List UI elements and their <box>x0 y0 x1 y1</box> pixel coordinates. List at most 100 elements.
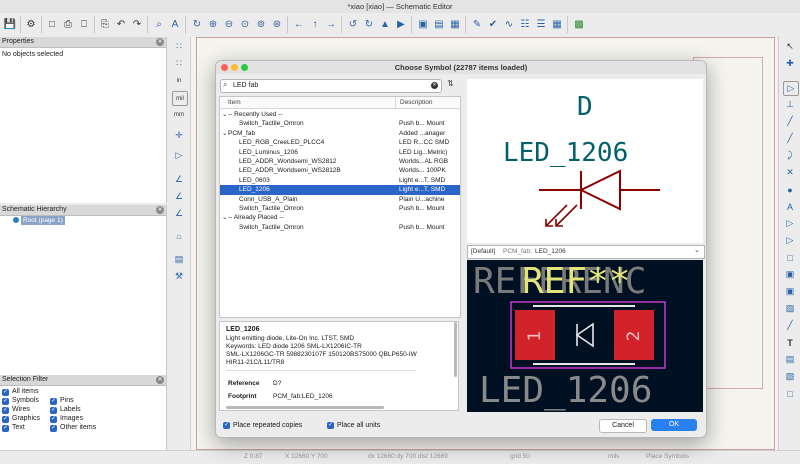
symbol-tree[interactable]: Item Description ⌄ -- Recently Used -- Swi… <box>219 96 461 318</box>
tree-item[interactable]: LED_ADDR_Worldsemi_WS2812B Worlds... 100P… <box>220 166 460 175</box>
tools-icon[interactable]: ⚒ <box>172 270 186 283</box>
schematic-setup-icon[interactable]: ⚙ <box>24 17 38 31</box>
erc-markers-icon[interactable]: ☖ <box>172 231 186 244</box>
filter-checkbox[interactable]: ✓ <box>2 416 9 423</box>
rotate-cw-icon[interactable]: ↻ <box>362 17 376 31</box>
details-vscrollbar[interactable] <box>454 322 457 377</box>
expand-chevron-icon[interactable]: ⌄ <box>222 129 227 138</box>
tree-item[interactable]: LED_Luminus_1206 LED Lig...Metric) <box>220 148 460 157</box>
properties-toggle-icon[interactable]: ▤ <box>172 253 186 266</box>
image-icon[interactable]: ▧ <box>783 370 797 383</box>
edit-fields-icon[interactable]: ▦ <box>550 17 564 31</box>
pcb-editor-icon[interactable]: ▩ <box>572 17 586 31</box>
highlight-net-icon[interactable]: ✚ <box>783 57 797 70</box>
filter-checkbox[interactable]: ✓ <box>2 407 9 414</box>
place-repeated-checkbox[interactable]: ✓ <box>223 422 230 429</box>
zoom-window-button[interactable] <box>241 64 248 71</box>
cursor-crosshair-icon[interactable]: ✛ <box>172 129 186 142</box>
unit-mm-button[interactable]: mm <box>172 108 186 121</box>
clear-search-icon[interactable]: ✕ <box>431 82 438 89</box>
tree-item[interactable]: Switch_Tactile_Omron Push b... Mount <box>220 223 460 232</box>
tree-item[interactable]: LED_1206 Light e...T, SMD <box>220 185 460 195</box>
page-settings-icon[interactable]: □ <box>45 17 59 31</box>
assign-footprints-icon[interactable]: ☷ <box>518 17 532 31</box>
wire-mode-icon[interactable]: ∠ <box>172 173 186 186</box>
navigate-forward-icon[interactable]: → <box>324 17 338 31</box>
bus-icon[interactable]: ╱ <box>783 132 797 145</box>
symbol-library-icon[interactable]: ▤ <box>432 17 446 31</box>
filter-checkbox[interactable]: ✓ <box>2 425 9 432</box>
navigate-back-icon[interactable]: ← <box>292 17 306 31</box>
zoom-objects-icon[interactable]: ⊚ <box>254 17 268 31</box>
tree-item[interactable]: Conn_USB_A_Plain Plain U...achine <box>220 195 460 204</box>
tree-group[interactable]: ⌄ PCM_fab Added ...anager <box>220 129 460 138</box>
delete-icon[interactable]: □ <box>783 387 797 400</box>
hierarchy-root-item[interactable]: Root (page 1) <box>21 216 65 225</box>
filter-checkbox[interactable]: ✓ <box>50 398 57 405</box>
place-power-icon[interactable]: ⊥ <box>783 98 797 111</box>
print-icon[interactable]: ⎙ <box>61 17 75 31</box>
column-header-item[interactable]: Item <box>220 97 395 109</box>
bus-entry-icon[interactable]: ⤸ <box>783 149 797 162</box>
filter-checkbox[interactable]: ✓ <box>2 389 9 396</box>
mirror-vertical-icon[interactable]: ▲ <box>378 17 392 31</box>
paste-icon[interactable]: ⎘ <box>98 17 112 31</box>
find-icon[interactable]: ⌕ <box>152 17 166 31</box>
global-label-icon[interactable]: ▷ <box>783 217 797 230</box>
wire-icon[interactable]: ╱ <box>783 115 797 128</box>
filter-options-icon[interactable]: ⇅ <box>445 79 456 91</box>
filter-checkbox[interactable]: ✓ <box>50 416 57 423</box>
footprint-select[interactable]: [Default] PCM_fab: LED_1206 ⌄ <box>467 245 705 259</box>
junction-icon[interactable]: ● <box>783 183 797 196</box>
close-icon[interactable]: ✕ <box>156 376 164 384</box>
chevron-down-icon[interactable]: ⌄ <box>694 246 700 254</box>
find-replace-icon[interactable]: A <box>168 17 182 31</box>
bom-icon[interactable]: ☰ <box>534 17 548 31</box>
column-header-description[interactable]: Description <box>395 97 460 109</box>
unit-inches-button[interactable]: in <box>172 74 186 87</box>
annotate-icon[interactable]: ✎ <box>470 17 484 31</box>
footprint-editor-icon[interactable]: ▦ <box>448 17 462 31</box>
mirror-horizontal-icon[interactable]: ▶ <box>394 17 408 31</box>
graphic-line-icon[interactable]: ╱ <box>783 319 797 332</box>
undo-icon[interactable]: ↶ <box>114 17 128 31</box>
cancel-button[interactable]: Cancel <box>599 419 647 433</box>
tree-item[interactable]: LED_ADDR_Worldsemi_WS2812 Worlds...AL RGB <box>220 157 460 166</box>
close-icon[interactable]: ✕ <box>156 206 164 214</box>
place-symbol-icon[interactable]: ▷ <box>783 81 799 96</box>
filter-checkbox[interactable]: ✓ <box>50 425 57 432</box>
bus-mode-icon[interactable]: ∠ <box>172 190 186 203</box>
details-hscrollbar[interactable] <box>226 406 384 409</box>
grid-icon[interactable]: ∷ <box>172 40 186 53</box>
redo-icon[interactable]: ↷ <box>130 17 144 31</box>
sheet-pin-icon[interactable]: ▣ <box>783 268 797 281</box>
zoom-selection-icon[interactable]: ⊛ <box>270 17 284 31</box>
text-icon[interactable]: T <box>783 336 797 349</box>
navigate-up-icon[interactable]: ↑ <box>308 17 322 31</box>
tree-group[interactable]: ⌄ -- Already Placed -- <box>220 213 460 222</box>
grid-overrides-icon[interactable]: ∷ <box>172 57 186 70</box>
expand-chevron-icon[interactable]: ⌄ <box>222 110 227 119</box>
zoom-fit-icon[interactable]: ⊙ <box>238 17 252 31</box>
unit-mils-button[interactable]: mil <box>172 91 188 106</box>
place-all-units-checkbox[interactable]: ✓ <box>327 422 334 429</box>
tree-item[interactable]: LED_RGB_CreeLED_PLCC4 LED R...CC SMD <box>220 138 460 147</box>
close-icon[interactable]: ✕ <box>156 38 164 46</box>
sync-sheet-pins-icon[interactable]: ▣ <box>783 285 797 298</box>
close-window-button[interactable] <box>221 64 228 71</box>
no-connect-icon[interactable]: ✕ <box>783 166 797 179</box>
tree-item[interactable]: Switch_Tactile_Omron Push b... Mount <box>220 204 460 213</box>
net-label-icon[interactable]: A <box>783 200 797 213</box>
hidden-pins-icon[interactable]: ▷ <box>172 149 186 162</box>
tree-item[interactable]: LED_0603 Light e...T, SMD <box>220 176 460 185</box>
line-mode-icon[interactable]: ∠ <box>172 207 186 220</box>
filter-checkbox[interactable]: ✓ <box>2 398 9 405</box>
zoom-in-icon[interactable]: ⊕ <box>206 17 220 31</box>
zoom-out-icon[interactable]: ⊖ <box>222 17 236 31</box>
minimize-window-button[interactable] <box>231 64 238 71</box>
symbol-search-field[interactable]: ⌕ LED fab ✕ <box>220 79 442 93</box>
text-box-icon[interactable]: ▤ <box>783 353 797 366</box>
plot-icon[interactable]: ⎕ <box>77 17 91 31</box>
erc-icon[interactable]: ✔ <box>486 17 500 31</box>
simulator-icon[interactable]: ∿ <box>502 17 516 31</box>
